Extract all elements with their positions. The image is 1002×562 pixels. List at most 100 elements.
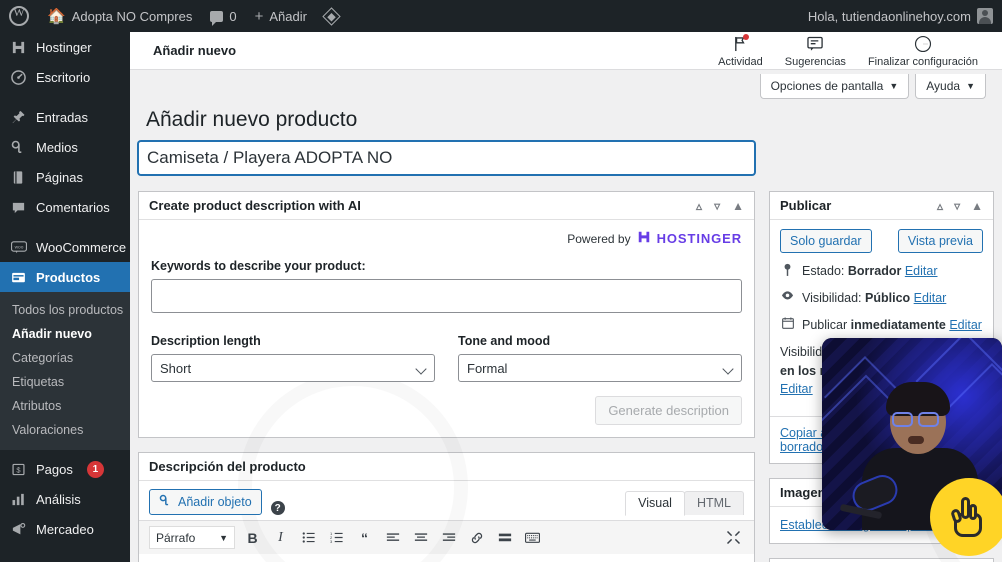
- sidebar-item-medios[interactable]: Medios: [0, 132, 130, 162]
- align-center-icon[interactable]: [410, 527, 431, 548]
- site-name-label: Adopta NO Compres: [71, 8, 193, 24]
- save-draft-button[interactable]: Solo guardar: [780, 229, 872, 253]
- sidebar-item-mercadeo[interactable]: Mercadeo: [0, 514, 130, 544]
- description-length-select[interactable]: Short: [151, 354, 435, 382]
- link-icon[interactable]: [466, 527, 487, 548]
- new-content-menu[interactable]: + Añadir: [246, 0, 316, 32]
- pin-marker-icon: [780, 262, 795, 276]
- finish-setup-button[interactable]: Finalizar configuración: [868, 34, 978, 68]
- diamond-icon: [322, 6, 341, 26]
- edit-publish-date-link[interactable]: Editar: [949, 318, 982, 332]
- submenu-item-todos-los-productos[interactable]: Todos los productos: [0, 298, 130, 322]
- description-length-label: Description length: [151, 334, 261, 348]
- sidebar-item-comentarios[interactable]: Comentarios: [0, 192, 130, 222]
- circle-progress-icon: [914, 34, 932, 54]
- more-tag-icon[interactable]: [494, 527, 515, 548]
- publish-box-title: Publicar: [780, 198, 832, 213]
- submenu-item-atributos[interactable]: Atributos: [0, 394, 130, 418]
- sidebar-item-hostinger[interactable]: Hostinger: [0, 32, 130, 62]
- media-icon: [10, 139, 27, 156]
- visibility-text: Visibilidad: Público Editar: [802, 289, 946, 307]
- main-column: Create product description with AI ▵ ▿ ▲…: [138, 191, 755, 562]
- edit-catalog-link[interactable]: Editar: [780, 382, 813, 396]
- paragraph-format-select[interactable]: Párrafo ▼: [149, 526, 235, 549]
- generate-description-button[interactable]: Generate description: [595, 396, 742, 425]
- wordpress-logo-icon: [9, 5, 29, 26]
- tab-html[interactable]: HTML: [683, 491, 744, 515]
- submenu-item-categorias[interactable]: Categorías: [0, 346, 130, 370]
- status-text: Estado: Borrador Editar: [802, 262, 938, 280]
- bold-icon[interactable]: B: [242, 527, 263, 548]
- publish-date-row: Publicar inmediatamente Editar: [780, 316, 983, 334]
- help-icon[interactable]: ?: [270, 501, 285, 515]
- help-button[interactable]: Ayuda ▼: [915, 74, 986, 99]
- edit-status-link[interactable]: Editar: [905, 264, 938, 278]
- plugin-menu[interactable]: [316, 0, 347, 32]
- screen-options-label: Opciones de pantalla: [770, 79, 884, 93]
- speech-note-icon: [807, 34, 824, 54]
- svg-text:woo: woo: [14, 245, 23, 250]
- keyboard-shortcuts-icon[interactable]: [522, 527, 543, 548]
- edit-visibility-link[interactable]: Editar: [914, 291, 947, 305]
- submenu-item-etiquetas[interactable]: Etiquetas: [0, 370, 130, 394]
- sidebar-item-astra[interactable]: Astra: [0, 554, 130, 562]
- tab-visual[interactable]: Visual: [625, 491, 685, 516]
- add-media-button[interactable]: Añadir objeto: [149, 489, 262, 515]
- numbered-list-icon[interactable]: 123: [326, 527, 347, 548]
- media-icon: [159, 494, 172, 510]
- sidebar-item-analisis[interactable]: Análisis: [0, 484, 130, 514]
- blockquote-icon[interactable]: “: [354, 527, 375, 548]
- keywords-input[interactable]: [151, 279, 742, 313]
- activity-label: Actividad: [718, 55, 763, 68]
- wordpress-logo-menu[interactable]: [0, 0, 38, 32]
- editor-content-area[interactable]: [139, 554, 754, 562]
- sidebar-item-woocommerce[interactable]: woo WooCommerce: [0, 232, 130, 262]
- activity-button[interactable]: Actividad: [718, 33, 763, 68]
- site-name-menu[interactable]: 🏠 Adopta NO Compres: [38, 0, 201, 32]
- publish-label: Publicar: [802, 318, 848, 333]
- page-wrap: Añadir nuevo producto: [130, 99, 1002, 175]
- move-down-icon[interactable]: ▿: [714, 199, 720, 213]
- eye-icon: [780, 289, 795, 301]
- sidebar-label: Comentarios: [36, 199, 110, 215]
- calendar-icon: [780, 316, 795, 330]
- sidebar-item-paginas[interactable]: Páginas: [0, 162, 130, 192]
- add-new-label: Añadir: [269, 8, 307, 24]
- fullscreen-icon[interactable]: [723, 527, 744, 548]
- screen-options-button[interactable]: Opciones de pantalla ▼: [759, 74, 910, 99]
- submenu-item-valoraciones[interactable]: Valoraciones: [0, 418, 130, 442]
- sidebar-label: WooCommerce: [36, 239, 127, 255]
- submenu-item-anadir-nuevo[interactable]: Añadir nuevo: [0, 322, 130, 346]
- suggestions-button[interactable]: Sugerencias: [785, 34, 846, 68]
- sidebar-item-escritorio[interactable]: Escritorio: [0, 62, 130, 92]
- chevron-down-icon: ▼: [889, 81, 899, 91]
- product-gallery-box: Galería del producto Añadir imágenes de …: [769, 557, 994, 562]
- editor-mode-tabs: Visual HTML: [625, 491, 744, 516]
- sidebar-item-pagos[interactable]: $ Pagos 1: [0, 454, 130, 484]
- publish-actions-row: Solo guardar Vista previa: [780, 229, 983, 253]
- comments-bubble-link[interactable]: 0: [201, 0, 245, 32]
- sidebar-item-productos[interactable]: Productos: [0, 262, 130, 292]
- account-menu[interactable]: Hola, tutiendaonlinehoy.com: [799, 0, 1002, 32]
- tone-select[interactable]: Formal: [458, 354, 742, 382]
- product-title-input[interactable]: [138, 141, 755, 175]
- italic-icon[interactable]: I: [270, 527, 291, 548]
- align-right-icon[interactable]: [438, 527, 459, 548]
- topbar-actions: Actividad Sugerencias Finalizar configur…: [718, 33, 986, 68]
- payments-icon: $: [10, 461, 27, 478]
- bulleted-list-icon[interactable]: [298, 527, 319, 548]
- sidebar-label: Medios: [36, 139, 78, 155]
- move-up-icon[interactable]: ▵: [937, 199, 943, 213]
- sidebar-item-entradas[interactable]: Entradas: [0, 102, 130, 132]
- editor-toolbar: Párrafo ▼ B I 123 “: [139, 520, 754, 554]
- move-down-icon[interactable]: ▿: [954, 199, 960, 213]
- preview-button[interactable]: Vista previa: [897, 229, 983, 253]
- sidebar-label: Productos: [36, 269, 101, 285]
- toggle-panel-icon[interactable]: ▲: [732, 199, 744, 213]
- align-left-icon[interactable]: [382, 527, 403, 548]
- move-up-icon[interactable]: ▵: [696, 199, 702, 213]
- marketing-icon: [10, 521, 27, 538]
- tone-field: Tone and mood Formal: [458, 334, 742, 382]
- toggle-panel-icon[interactable]: ▲: [971, 199, 983, 213]
- pages-icon: [10, 169, 27, 186]
